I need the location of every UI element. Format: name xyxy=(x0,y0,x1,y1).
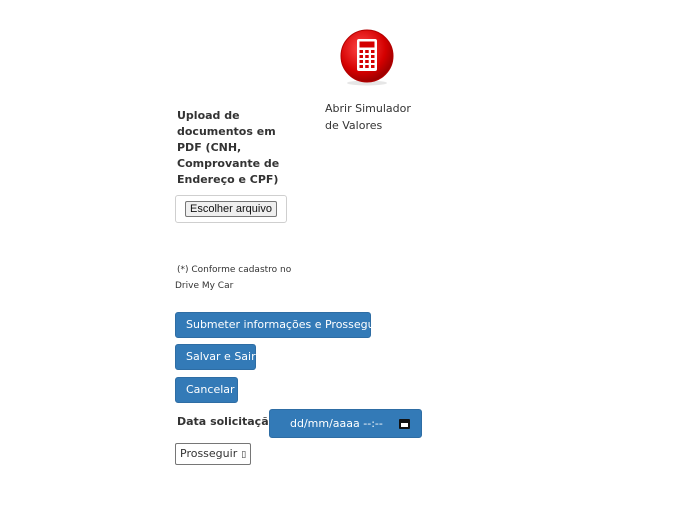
choose-file-button[interactable]: Escolher arquivo xyxy=(185,201,277,217)
upload-label-line: Endereço e CPF) xyxy=(177,173,279,186)
simulator-link[interactable]: Abrir Simulador de Valores xyxy=(325,100,425,134)
upload-label: Upload de documentos em PDF (CNH, Compro… xyxy=(177,108,287,188)
submit-and-continue-button[interactable]: Submeter informações e Prosseguir xyxy=(175,312,382,338)
registration-note: (*) Conforme cadastro no Drive My Car xyxy=(175,262,305,294)
calendar-icon[interactable] xyxy=(399,419,410,429)
upload-label-line: PDF (CNH, xyxy=(177,141,242,154)
save-and-exit-button[interactable]: Salvar e Sair xyxy=(175,344,256,370)
upload-label-line: Comprovante de xyxy=(177,157,280,170)
upload-label-line: Upload de xyxy=(177,109,240,122)
request-date-label: Data solicitação: xyxy=(177,415,281,428)
proceed-label: Prosseguir xyxy=(180,447,238,460)
proceed-glyph-icon: ▯ xyxy=(241,450,247,460)
upload-label-line: documentos em xyxy=(177,125,276,138)
proceed-button[interactable]: Prosseguir ▯ xyxy=(175,443,252,465)
date-placeholder: dd/mm/aaaa --:-- xyxy=(290,417,383,430)
file-input[interactable]: Escolher arquivo xyxy=(175,195,287,223)
cancel-button[interactable]: Cancelar xyxy=(175,377,238,403)
calculator-icon[interactable] xyxy=(340,28,394,86)
note-line2: Drive My Car xyxy=(175,281,234,291)
request-date-input[interactable]: dd/mm/aaaa --:-- xyxy=(269,409,422,438)
simulator-label-line2: de Valores xyxy=(325,119,383,132)
simulator-label-line1: Abrir Simulador xyxy=(325,102,411,115)
note-line1: (*) Conforme cadastro no xyxy=(177,265,292,275)
